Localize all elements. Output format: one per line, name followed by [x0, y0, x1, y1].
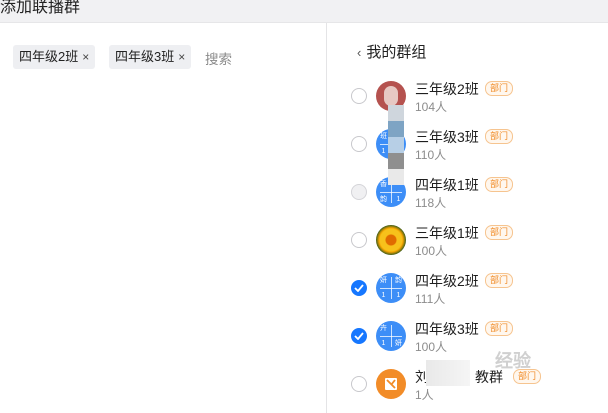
department-badge: 部门: [485, 273, 514, 288]
group-member-count: 110人: [415, 148, 447, 162]
group-row[interactable]: 妍 韵 1 1 四年级2班 部门 111人: [327, 264, 608, 312]
chip-remove-icon[interactable]: ×: [178, 50, 185, 64]
window-titlebar: 添加联播群: [0, 0, 608, 23]
department-badge: 部门: [485, 81, 514, 96]
group-row[interactable]: 卉 1 妍 四年级3班 部门 100人: [327, 312, 608, 360]
radio-unchecked[interactable]: [351, 376, 367, 392]
chip-label: 四年级2班: [19, 49, 79, 64]
folder-logo-icon: [385, 378, 397, 390]
department-badge: 部门: [485, 177, 514, 192]
group-name: 三年级2班: [415, 81, 479, 97]
search-input[interactable]: 搜索: [205, 48, 232, 68]
window-title: 添加联播群: [0, 0, 81, 16]
group-name: 四年级1班: [415, 177, 479, 193]
group-member-count: 118人: [415, 196, 447, 210]
group-row[interactable]: 三年级1班 部门 100人: [327, 216, 608, 264]
pixelated-overlay: [388, 105, 404, 185]
group-name: 四年级2班: [415, 273, 479, 289]
radio-checked[interactable]: [351, 280, 367, 296]
selected-chip-grade4-class3[interactable]: 四年级3班 ×: [109, 45, 192, 69]
chip-remove-icon[interactable]: ×: [82, 50, 89, 64]
group-member-count: 1人: [415, 388, 434, 402]
department-badge: 部门: [485, 129, 514, 144]
radio-unchecked[interactable]: [351, 136, 367, 152]
group-avatar: [376, 369, 406, 399]
watermark: 经验: [495, 351, 531, 371]
group-member-count: 111人: [415, 292, 446, 306]
group-member-count: 100人: [415, 244, 448, 258]
group-row[interactable]: 三年级2班 部门 104人: [327, 72, 608, 120]
radio-disabled: [351, 184, 367, 200]
department-badge: 部门: [485, 321, 514, 336]
group-avatar: [376, 225, 406, 255]
chevron-left-icon: ‹: [357, 45, 362, 60]
radio-unchecked[interactable]: [351, 232, 367, 248]
group-name: 三年级3班: [415, 129, 479, 145]
selected-chip-grade4-class2[interactable]: 四年级2班 ×: [13, 45, 96, 69]
group-row[interactable]: 香 韵 1 四年级1班 部门 118人: [327, 168, 608, 216]
department-badge: 部门: [485, 225, 514, 240]
back-button[interactable]: ‹ 我的群组: [357, 42, 426, 64]
checkmark-icon: [354, 284, 364, 292]
radio-unchecked[interactable]: [351, 88, 367, 104]
group-avatar: 卉 1 妍: [376, 321, 406, 351]
panel-heading: 我的群组: [366, 44, 427, 61]
selected-groups-pane: 四年级2班 × 四年级3班 × 搜索: [0, 23, 325, 413]
group-member-count: 100人: [415, 340, 448, 354]
radio-checked[interactable]: [351, 328, 367, 344]
blurred-text-overlay: [426, 360, 470, 386]
group-avatar: 妍 韵 1 1: [376, 273, 406, 303]
group-name: 三年级1班: [415, 225, 479, 241]
group-row[interactable]: 班 1 三年级3班 部门 110人: [327, 120, 608, 168]
group-list-pane: ‹ 我的群组 三年级2班 部门 104人 班 1 三年级3班 部门 110人 香 …: [326, 23, 608, 413]
chip-label: 四年级3班: [115, 49, 175, 64]
group-name: 四年级3班: [415, 321, 479, 337]
group-member-count: 104人: [415, 100, 448, 114]
checkmark-icon: [354, 332, 364, 340]
